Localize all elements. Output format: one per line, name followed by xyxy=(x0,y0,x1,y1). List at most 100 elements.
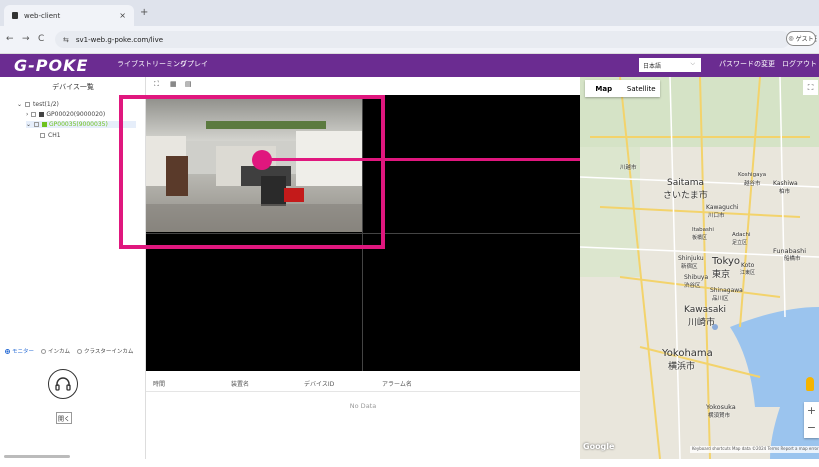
map-label: Tokyo xyxy=(712,256,740,267)
url-text: sv1-web.g-poke.com/live xyxy=(75,35,164,44)
grid-divider xyxy=(362,233,580,234)
fullscreen-icon[interactable]: ⛶ xyxy=(154,80,159,89)
reload-button[interactable]: C xyxy=(38,34,44,44)
device-list-title: デバイス一覧 xyxy=(52,83,94,91)
tab-close-icon[interactable]: × xyxy=(119,11,126,20)
map-label: Shibuya xyxy=(684,274,709,281)
map-label: Koshigaya xyxy=(738,172,767,178)
empty-state: No Data xyxy=(349,402,377,410)
satellite-tab[interactable]: Satellite xyxy=(623,80,661,97)
col-device-id[interactable]: デバイスID xyxy=(304,379,334,388)
map-label: 横須賀市 xyxy=(708,413,731,419)
map-label: Saitama xyxy=(667,178,705,188)
app-logo[interactable]: G-POKE xyxy=(14,56,88,75)
map-label: 新宿区 xyxy=(681,264,698,270)
device2-checkbox[interactable] xyxy=(34,122,40,127)
password-change-link[interactable]: パスワードの変更 xyxy=(719,59,775,69)
forward-button[interactable]: → xyxy=(22,34,30,44)
map-label: 川崎市 xyxy=(688,318,716,328)
col-alarm-name[interactable]: アラーム名 xyxy=(382,379,412,388)
tree-device-1[interactable]: › GP00020(9000020) xyxy=(26,111,105,118)
caret-down-icon[interactable]: ⌄ xyxy=(26,121,31,128)
channel-checkbox[interactable] xyxy=(40,133,45,138)
chevron-down-icon: ⌵ xyxy=(690,60,695,67)
back-button[interactable]: ← xyxy=(6,34,14,44)
map-label: 江東区 xyxy=(740,270,756,276)
zoom-out-button[interactable]: − xyxy=(804,419,819,436)
map-label: Shinjuku xyxy=(678,255,704,262)
map-label: Itabashi xyxy=(692,227,714,233)
site-settings-icon[interactable]: ⇆ xyxy=(63,36,69,44)
grid-2x2-icon[interactable]: ▦ xyxy=(170,80,177,88)
map-label: 川口市 xyxy=(708,213,725,219)
caret-right-icon[interactable]: › xyxy=(26,111,28,118)
map-label: 川越市 xyxy=(620,165,637,171)
map-label: 船橋市 xyxy=(784,256,801,262)
nav-live-streaming[interactable]: ライブストリーミング xyxy=(117,59,187,69)
headset-glyph xyxy=(55,377,71,391)
map-tab[interactable]: Map xyxy=(585,80,623,97)
map-view[interactable] xyxy=(580,77,819,459)
map-label: Yokohama xyxy=(662,348,713,359)
radio-intercom[interactable]: インカム xyxy=(41,349,70,355)
map-label: 越谷市 xyxy=(744,181,761,187)
map-label: Adachi xyxy=(732,232,751,238)
group-checkbox[interactable] xyxy=(25,102,31,107)
caret-down-icon[interactable]: ⌄ xyxy=(17,101,22,108)
favicon-icon xyxy=(12,12,18,19)
radio-icon xyxy=(77,349,83,354)
browser-tabbar: web-client × + xyxy=(0,0,819,26)
highlight-dot xyxy=(252,150,272,170)
device1-checkbox[interactable] xyxy=(31,112,37,117)
map-zoom-control: + − xyxy=(804,402,819,438)
grid-3x3-icon[interactable]: ▤ xyxy=(185,80,192,88)
map-label: 東京 xyxy=(712,270,731,280)
radio-monitor-label: モニター xyxy=(12,349,35,355)
tree-group-label: test(1/2) xyxy=(33,101,59,108)
tree-channel-label: CH1 xyxy=(48,132,61,139)
profile-icon: ◎ xyxy=(788,35,796,42)
radio-cluster-label: クラスターインカム xyxy=(84,349,134,355)
highlight-box xyxy=(119,95,385,249)
map-type-toggle[interactable]: Map Satellite xyxy=(585,80,660,97)
map-label: 横浜市 xyxy=(668,362,696,372)
new-tab-button[interactable]: + xyxy=(140,7,148,18)
col-device-name[interactable]: 装置名 xyxy=(231,379,249,388)
map-attribution[interactable]: Keyboard shortcuts Map data ©2024 Terms … xyxy=(690,446,819,453)
map-label: さいたま市 xyxy=(663,191,708,201)
tree-device-1-label: GP00020(9000020) xyxy=(46,111,106,118)
language-value: 日本語 xyxy=(643,62,662,70)
map-label: 品川区 xyxy=(712,296,729,302)
open-button[interactable]: 開く xyxy=(56,412,72,424)
language-select[interactable]: 日本語 ⌵ xyxy=(639,58,701,72)
nav-replay[interactable]: リプレイ xyxy=(180,59,208,69)
guest-label: ゲスト xyxy=(795,36,814,43)
screen: web-client × + ← → C ⇆ sv1-web.g-poke.co… xyxy=(0,0,819,467)
map-label: Kawasaki xyxy=(684,305,727,315)
tree-channel[interactable]: CH1 xyxy=(40,132,61,139)
sidebar-scrollbar[interactable] xyxy=(4,455,70,458)
mode-radio-group: モニター インカム クラスターインカム xyxy=(5,347,133,355)
map-label: Koto xyxy=(741,262,755,269)
browser-menu-icon[interactable]: ⋮ xyxy=(812,34,819,43)
map-label: Kawaguchi xyxy=(706,204,739,211)
address-bar[interactable]: ⇆ sv1-web.g-poke.com/live xyxy=(55,31,790,48)
map-fullscreen-icon[interactable]: ⛶ xyxy=(803,80,818,95)
radio-cluster-intercom[interactable]: クラスターインカム xyxy=(77,349,133,355)
map-label: Kashiwa xyxy=(773,180,798,187)
map-label: 渋谷区 xyxy=(684,283,701,289)
street-view-pegman-icon[interactable] xyxy=(806,377,814,391)
tree-group[interactable]: ⌄ test(1/2) xyxy=(17,101,59,108)
col-time[interactable]: 時間 xyxy=(153,379,165,388)
headset-icon[interactable] xyxy=(48,369,78,399)
logout-link[interactable]: ログアウト xyxy=(782,59,817,69)
google-logo: Google xyxy=(583,442,615,451)
browser-tab[interactable]: web-client × xyxy=(4,5,134,26)
map-label: Shinagawa xyxy=(710,287,743,294)
radio-icon xyxy=(41,349,47,354)
tab-title: web-client xyxy=(24,11,61,20)
zoom-in-button[interactable]: + xyxy=(804,402,819,419)
radio-monitor[interactable]: モニター xyxy=(5,349,34,355)
map-label: 柏市 xyxy=(779,189,791,195)
map-label: 足立区 xyxy=(732,240,748,246)
